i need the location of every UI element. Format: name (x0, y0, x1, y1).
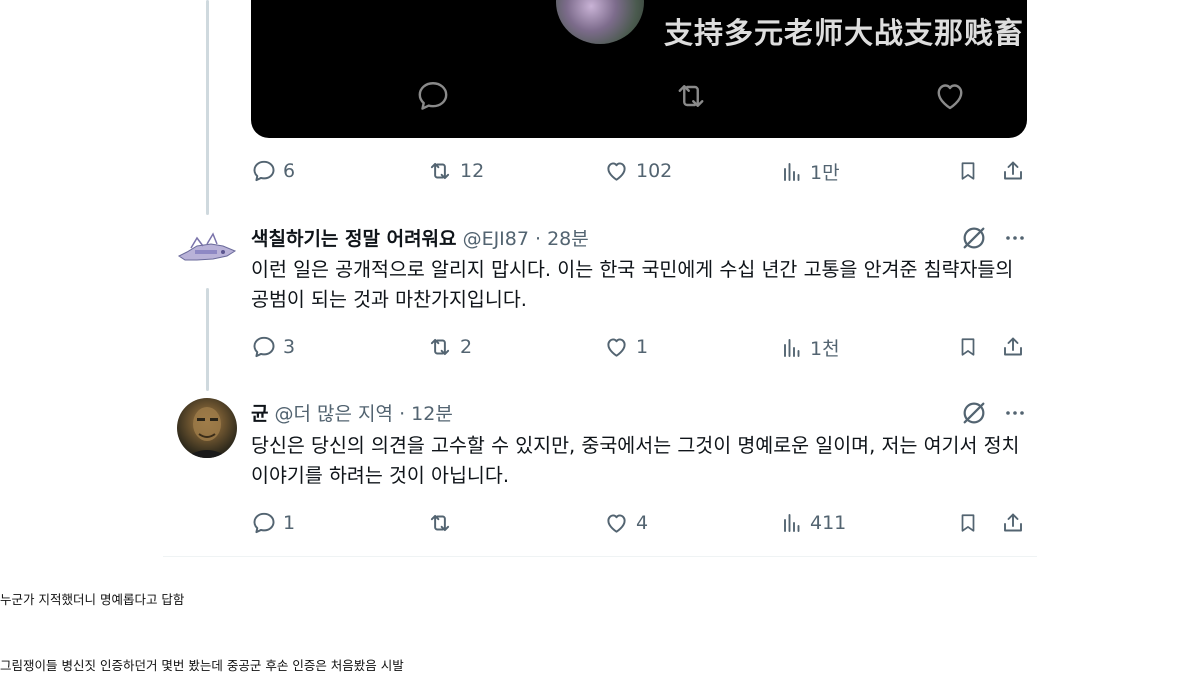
more-options-icon[interactable] (1002, 226, 1028, 250)
caption-text: 누군가 지적했더니 명예롭다고 답함 (0, 592, 185, 607)
bookmark-icon (961, 338, 975, 356)
repost-icon (430, 162, 450, 180)
reply-button[interactable]: 1 (251, 510, 295, 536)
reply-count: 3 (283, 336, 296, 358)
views-count: 1만 (810, 162, 840, 184)
thread-line (206, 0, 209, 215)
user-handle[interactable]: @EJI87 (463, 228, 529, 250)
separator: · (399, 403, 406, 425)
share-button[interactable] (1001, 334, 1025, 360)
more-options-icon[interactable] (1002, 401, 1028, 425)
reply-icon (253, 512, 275, 534)
post-actions: 6 12 102 1만 (251, 158, 1027, 188)
repost-count: 12 (460, 160, 485, 182)
timestamp[interactable]: 28분 (547, 228, 589, 250)
post-actions: 1 4 411 (251, 510, 1027, 540)
like-icon (607, 162, 626, 181)
share-button[interactable] (1001, 158, 1025, 184)
views-icon (784, 514, 800, 532)
divider (163, 556, 1037, 557)
thread-line (206, 288, 209, 391)
views-icon (784, 162, 800, 181)
embedded-media-card[interactable]: 支持多元老师大战支那贱畜 (251, 0, 1027, 138)
post-header: 균 @더 많은 지역 · 12분 (251, 399, 453, 429)
views-button[interactable]: 411 (780, 510, 846, 536)
separator: · (535, 228, 542, 250)
reply-count: 1 (283, 512, 296, 534)
like-button[interactable]: 1 (603, 334, 648, 360)
repost-icon (430, 338, 450, 356)
avatar[interactable] (177, 398, 237, 458)
reply-count: 6 (283, 160, 296, 182)
like-count: 4 (636, 512, 649, 534)
like-count: 102 (636, 160, 673, 182)
share-icon (1004, 161, 1022, 180)
repost-icon (430, 514, 450, 532)
caption-text: 그림쟁이들 병신짓 인증하던거 몇번 봤는데 중공군 후손 인증은 처음봤음 시… (0, 658, 404, 673)
post-text: 당신은 당신의 의견을 고수할 수 있지만, 중국에서는 그것이 명예로운 일이… (251, 434, 1020, 487)
reply-icon (253, 336, 275, 358)
repost-button[interactable]: 12 (426, 158, 484, 184)
like-button[interactable]: 102 (603, 158, 672, 184)
repost-count: 2 (460, 336, 473, 358)
like-icon (607, 514, 626, 533)
views-count: 1천 (810, 338, 840, 360)
views-button[interactable]: 1만 (780, 158, 840, 185)
bookmark-icon (961, 514, 975, 532)
bookmark-button[interactable] (957, 158, 979, 184)
share-button[interactable] (1001, 510, 1025, 536)
like-icon (607, 338, 626, 357)
reply-button[interactable]: 3 (251, 334, 295, 360)
share-icon (1004, 337, 1022, 356)
views-button[interactable]: 1천 (780, 334, 840, 361)
post-header: 색칠하기는 정말 어려워요 @EJI87 · 28분 (251, 224, 589, 254)
repost-button[interactable]: 2 (426, 334, 472, 360)
like-icon (937, 84, 963, 110)
timestamp[interactable]: 12분 (411, 403, 453, 425)
post-actions: 3 2 1 1천 (251, 334, 1027, 364)
bookmark-icon (961, 162, 975, 180)
avatar[interactable] (177, 226, 237, 274)
reply-button[interactable]: 6 (251, 158, 295, 184)
user-handle[interactable]: @더 많은 지역 (275, 403, 393, 425)
display-name[interactable]: 균 (251, 403, 268, 425)
grok-icon[interactable] (960, 224, 988, 252)
bookmark-button[interactable] (957, 510, 979, 536)
repost-button[interactable] (426, 510, 460, 536)
like-count: 1 (636, 336, 649, 358)
views-icon (784, 338, 800, 357)
reply-icon (253, 160, 275, 182)
reply-icon (418, 82, 448, 110)
share-icon (1004, 513, 1022, 532)
grok-icon[interactable] (960, 399, 988, 427)
media-caption-text: 支持多元老师大战支那贱畜 (664, 16, 1025, 50)
like-button[interactable]: 4 (603, 510, 648, 536)
display-name[interactable]: 색칠하기는 정말 어려워요 (251, 228, 457, 250)
bookmark-button[interactable] (957, 334, 979, 360)
views-count: 411 (810, 512, 847, 534)
post-text: 이런 일은 공개적으로 알리지 맙시다. 이는 한국 국민에게 수십 년간 고통… (251, 258, 1014, 311)
repost-icon (678, 85, 704, 107)
media-avatar (556, 0, 644, 44)
